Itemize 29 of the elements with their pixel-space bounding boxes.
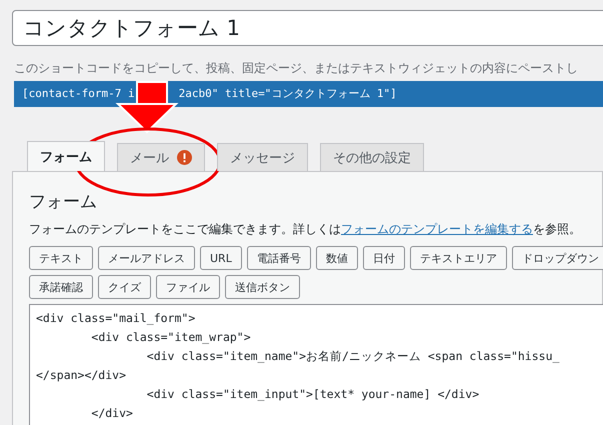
tag-button[interactable]: 日付 bbox=[362, 246, 405, 270]
code-line: <div class="item_name">お名前/ニックネーム <span class="hissu_ bbox=[146, 348, 560, 365]
panel-description: フォームのテンプレートをここで編集できます。詳しくはフォームのテンプレートを編集する を参照。 bbox=[29, 221, 582, 238]
tag-button[interactable]: 電話番号 bbox=[246, 246, 311, 270]
template-link[interactable]: フォームのテンプレートを編集する bbox=[341, 222, 533, 236]
code-line: </div> bbox=[90, 405, 134, 422]
tab[interactable]: メール bbox=[117, 143, 205, 171]
tab[interactable]: メッセージ bbox=[217, 143, 308, 171]
shortcode-hint: このショートコードをコピーして、投稿、固定ページ、またはテキストウィジェットの内容にペーストし bbox=[14, 60, 579, 77]
tag-button[interactable]: 送信ボタン bbox=[225, 275, 300, 299]
code-line: <div class="item_wrap"> bbox=[90, 329, 252, 346]
tag-button[interactable]: テキスト bbox=[29, 246, 93, 270]
shortcode-field[interactable]: [contact-form-7 i 2acb0" title="コンタクトフォーム 1"] bbox=[14, 81, 603, 107]
tab[interactable]: その他の設定 bbox=[320, 143, 424, 171]
tag-button[interactable]: メールアドレス bbox=[98, 246, 195, 270]
tag-button[interactable]: ファイル bbox=[156, 275, 220, 299]
code-line: <div class="item_input">[text* your-name] </div> bbox=[146, 386, 480, 403]
tab[interactable]: フォーム bbox=[27, 141, 105, 171]
tag-button[interactable]: 数値 bbox=[316, 246, 358, 270]
tag-button[interactable]: ドロップダウン bbox=[512, 246, 603, 270]
tag-button[interactable]: URL bbox=[200, 246, 242, 270]
tag-button[interactable]: クイズ bbox=[98, 275, 151, 299]
code-editor[interactable]: <div class="mail_form"> <div class="item_wrap"> <div class="item_name">お名前/ニックネーム <span class="hissu_ </span></div> <div class="item_input">[text* your-name] </div> </div> bbox=[29, 304, 603, 425]
code-line: </span></div> bbox=[36, 367, 128, 384]
tag-button[interactable]: テキストエリア bbox=[410, 246, 507, 270]
tag-button[interactable]: 承諾確認 bbox=[29, 275, 93, 299]
title-field[interactable]: コンタクトフォーム 1 bbox=[12, 10, 603, 46]
panel-heading: フォーム bbox=[29, 191, 98, 213]
code-line: <div class="mail_form"> bbox=[36, 310, 196, 327]
